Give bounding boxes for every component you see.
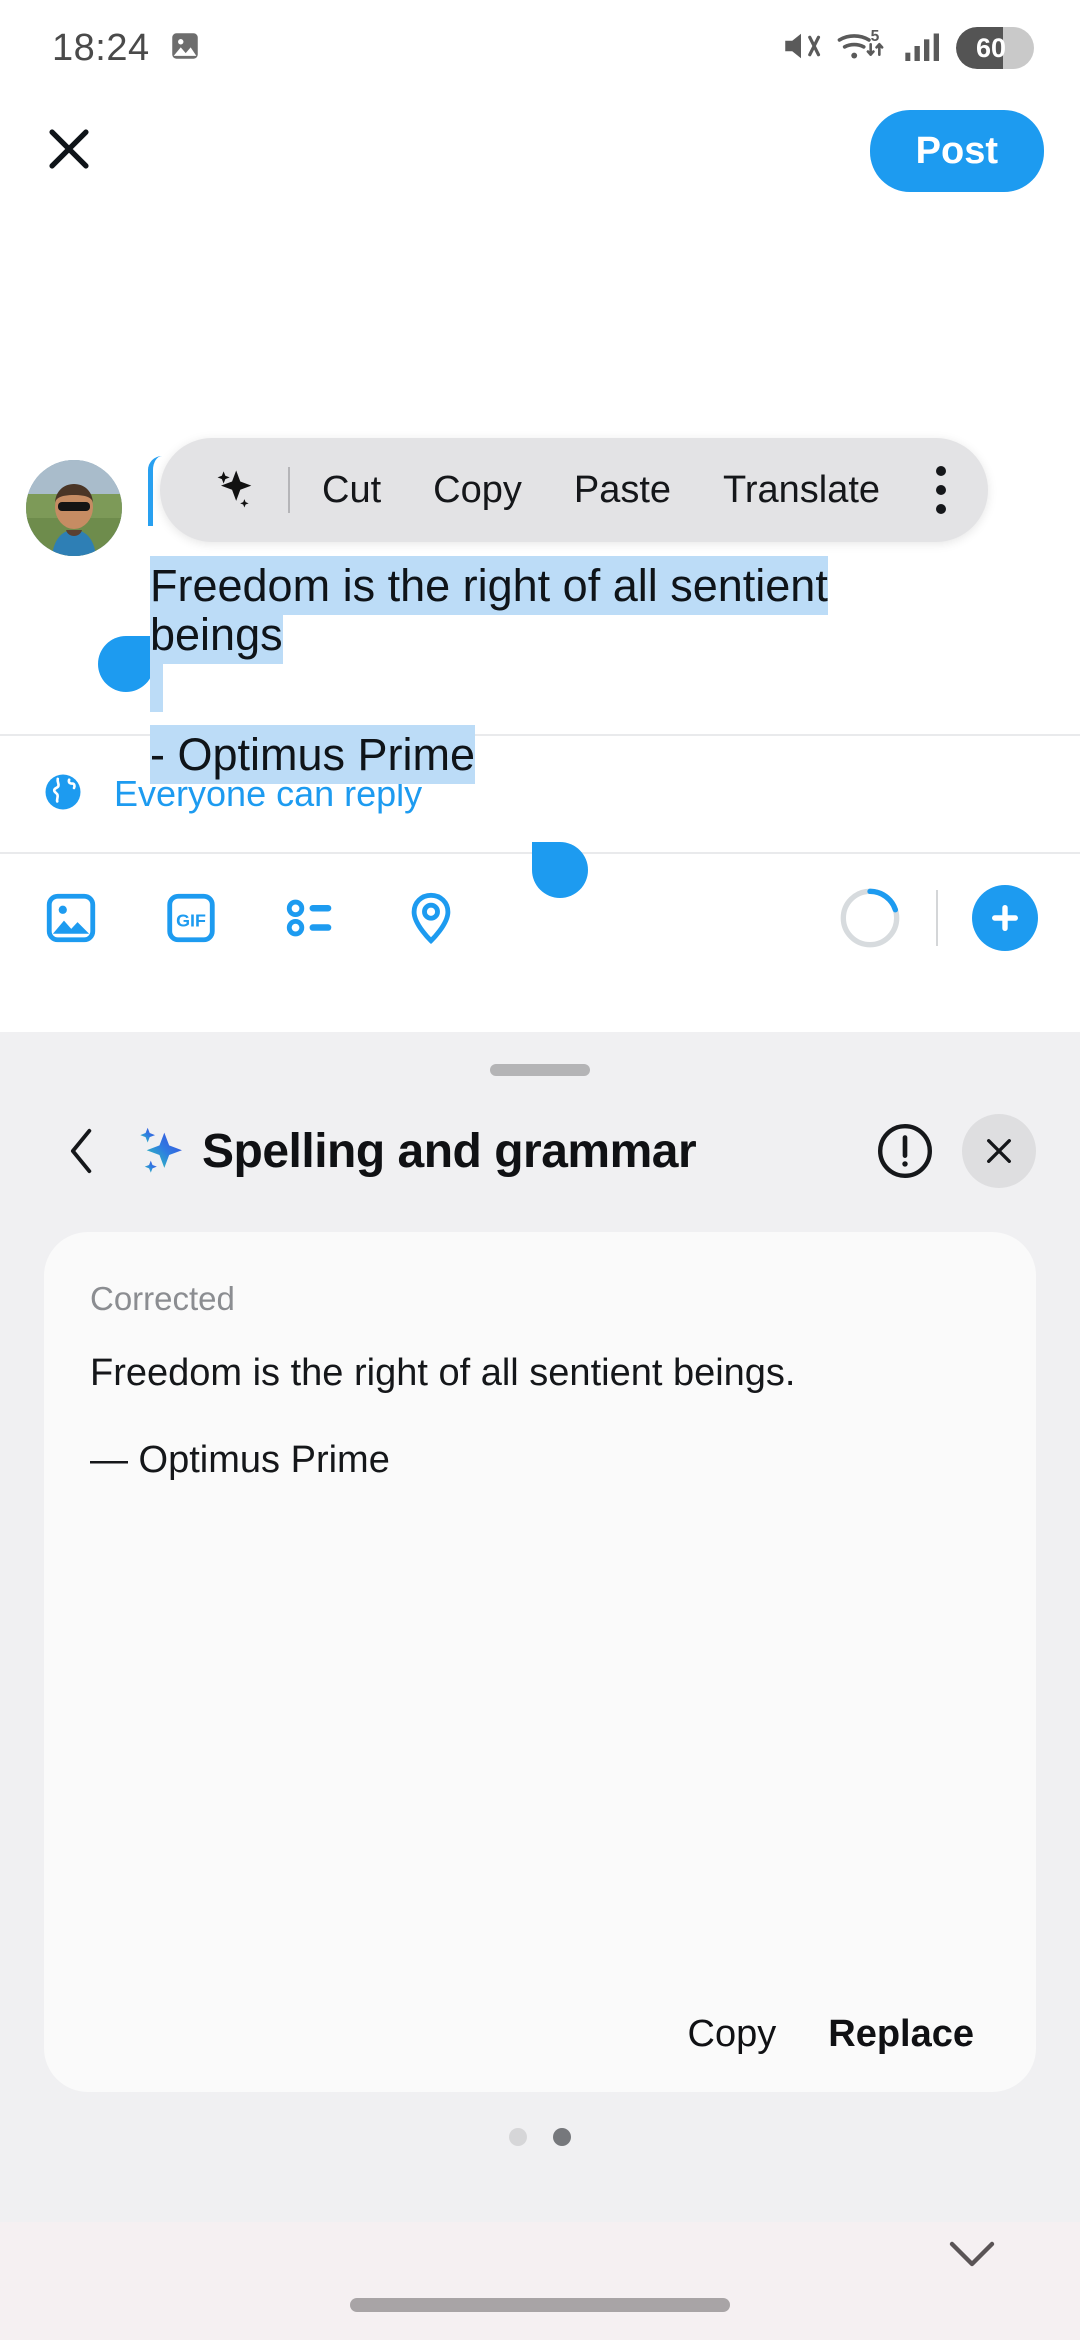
tweet-line-1: Freedom is the right of all sentient	[150, 556, 1050, 615]
copy-button[interactable]: Copy	[688, 2013, 777, 2056]
correction-card: Corrected Freedom is the right of all se…	[44, 1232, 1036, 2092]
compose-media-actions: GIF	[42, 889, 838, 947]
tweet-line-2-text: beings	[150, 604, 283, 664]
battery-level: 60	[975, 32, 1007, 63]
mute-icon	[780, 25, 822, 72]
sheet-title: Spelling and grammar	[202, 1124, 697, 1178]
sparkle-icon	[130, 1120, 188, 1183]
sheet-header: Spelling and grammar	[0, 1076, 1080, 1188]
tweet-line-3-text: - Optimus Prime	[150, 725, 476, 785]
context-menu-item-cut[interactable]: Cut	[296, 469, 407, 512]
compose-body: Freedom is the right of all sentient bei…	[0, 206, 1080, 898]
replace-button[interactable]: Replace	[828, 2013, 974, 2056]
more-vertical-icon[interactable]	[906, 466, 970, 514]
svg-text:GIF: GIF	[176, 911, 206, 931]
bottom-nav-bar	[0, 2222, 1080, 2340]
context-menu-divider	[288, 467, 290, 513]
spelling-grammar-sheet: Spelling and grammar Corrected Freedom i…	[0, 1032, 1080, 2222]
page-dot-1[interactable]	[509, 2128, 527, 2146]
context-menu-item-copy[interactable]: Copy	[407, 469, 548, 512]
action-bar-divider	[936, 890, 938, 946]
page-indicator	[0, 2128, 1080, 2146]
sheet-grabber[interactable]	[490, 1064, 590, 1076]
compose-header: Post	[0, 96, 1080, 206]
selection-handle-start[interactable]	[98, 636, 154, 692]
avatar[interactable]	[26, 460, 122, 556]
image-icon	[168, 29, 202, 68]
status-bar-left: 18:24	[52, 27, 202, 70]
correction-card-actions: Copy Replace	[90, 2013, 990, 2056]
close-icon[interactable]	[40, 120, 98, 183]
compose-right-actions	[838, 885, 1038, 951]
chevron-left-icon[interactable]	[60, 1123, 130, 1179]
tweet-line-3: - Optimus Prime	[150, 725, 1050, 785]
page-dot-2[interactable]	[553, 2128, 571, 2146]
add-post-button[interactable]	[972, 885, 1038, 951]
chevron-down-icon[interactable]	[942, 2232, 1002, 2281]
sparkle-icon[interactable]	[186, 464, 282, 516]
info-circle-icon[interactable]	[874, 1120, 936, 1182]
gif-icon[interactable]: GIF	[162, 889, 220, 947]
context-menu-item-translate[interactable]: Translate	[697, 469, 906, 512]
close-icon[interactable]	[962, 1114, 1036, 1188]
status-bar-right: 5 60	[780, 25, 1034, 72]
poll-icon[interactable]	[282, 889, 340, 947]
image-icon[interactable]	[42, 889, 100, 947]
globe-icon	[42, 771, 84, 818]
context-menu-item-paste[interactable]: Paste	[548, 469, 697, 512]
svg-text:5: 5	[871, 27, 880, 44]
tweet-text[interactable]: Freedom is the right of all sentient bei…	[150, 556, 1050, 785]
sheet-title-wrap: Spelling and grammar	[130, 1120, 874, 1183]
corrected-attribution: — Optimus Prime	[90, 1439, 390, 1482]
location-icon[interactable]	[402, 889, 460, 947]
selection-handle-end[interactable]	[532, 842, 588, 898]
post-button[interactable]: Post	[869, 110, 1044, 192]
corrected-text: Freedom is the right of all sentient bei…	[90, 1352, 796, 1394]
corrected-label: Corrected	[90, 1280, 235, 1317]
signal-icon	[902, 26, 942, 71]
home-indicator[interactable]	[350, 2298, 730, 2312]
status-bar: 18:24 5 60	[0, 0, 1080, 96]
tweet-blank-line	[150, 653, 1050, 731]
status-time: 18:24	[52, 26, 150, 69]
battery-indicator: 60	[956, 27, 1034, 69]
text-context-menu: Cut Copy Paste Translate	[160, 438, 989, 542]
character-count-ring	[838, 886, 902, 950]
wifi-icon: 5	[836, 25, 888, 72]
tweet-line-2: beings	[150, 604, 1050, 664]
